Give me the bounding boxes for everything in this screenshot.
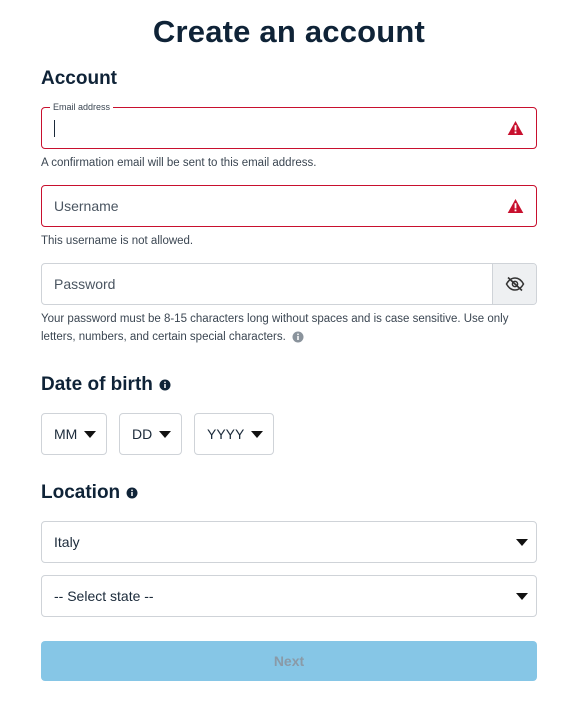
show-password-toggle[interactable] [492,264,536,304]
next-button[interactable]: Next [41,641,537,681]
eye-slash-icon [505,276,524,292]
email-helper-text: A confirmation email will be sent to thi… [41,157,317,169]
state-select[interactable]: -- Select state -- [41,575,537,617]
info-icon[interactable] [292,331,304,343]
password-helper-line-2: letters, numbers, and certain special ch… [41,331,286,343]
page-title: Create an account [152,14,426,49]
chevron-down-icon [159,431,171,438]
date-of-birth-label: Date of birth [41,374,153,395]
password-field[interactable]: Password [41,263,537,305]
email-field[interactable]: Email address [41,101,537,149]
username-placeholder: Username [54,198,119,214]
birth-day-value: DD [132,426,153,442]
info-icon[interactable] [159,379,171,391]
username-field[interactable]: Username [41,185,537,227]
info-icon[interactable] [126,487,138,499]
username-error-text: This username is not allowed. [41,235,194,247]
password-helper-line-1: Your password must be 8-15 characters lo… [41,313,509,325]
birth-month-select[interactable]: MM [41,413,107,455]
chevron-down-icon [84,431,96,438]
password-helper-text: Your password must be 8-15 characters lo… [41,310,531,346]
country-value: Italy [54,534,80,550]
chevron-down-icon [516,593,528,600]
password-placeholder: Password [54,276,116,292]
birth-month-value: MM [54,426,78,442]
birth-year-value: YYYY [207,426,245,442]
state-value: -- Select state -- [54,588,154,604]
warning-icon [507,121,524,135]
text-cursor [54,120,55,137]
location-label: Location [41,482,121,503]
country-select[interactable]: Italy [41,521,537,563]
account-heading: Account [41,68,117,90]
chevron-down-icon [251,431,263,438]
chevron-down-icon [516,539,528,546]
email-field-label: Email address [50,101,114,113]
location-heading: Location [41,482,138,504]
birth-day-select[interactable]: DD [119,413,182,455]
birth-year-select[interactable]: YYYY [194,413,274,455]
warning-icon [507,199,524,213]
account-heading-label: Account [41,68,117,89]
date-of-birth-heading: Date of birth [41,374,171,396]
